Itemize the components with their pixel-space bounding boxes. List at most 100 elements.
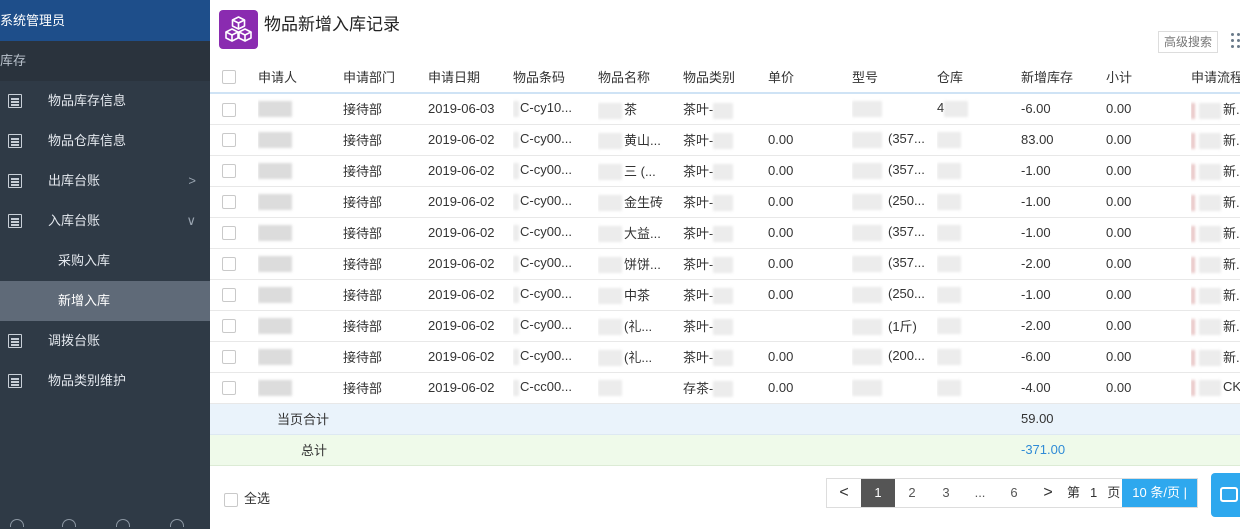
table-row[interactable]: 接待部 2019-06-02 C-cy00... 金生砖 茶叶- 0.00 (250... -…: [210, 186, 1240, 218]
page-size-select[interactable]: 10 条/页 |: [1122, 479, 1197, 507]
select-all-control[interactable]: 全选: [224, 488, 270, 507]
cell-department: 接待部: [343, 341, 428, 373]
cell-warehouse: [937, 217, 1021, 249]
row-checkbox[interactable]: [222, 350, 236, 365]
sidebar: 系统管理员 库存 物品库存信息 物品仓库信息 出库台账 > 入库台账 ∨ 采购入…: [0, 0, 210, 529]
cell-department: 接待部: [343, 248, 428, 280]
table-row[interactable]: 接待部2019-06-03C-cy10...茶茶叶- 4-6.000.00新...: [210, 93, 1240, 125]
goto-page-input[interactable]: 1: [1084, 479, 1104, 507]
row-checkbox[interactable]: [222, 257, 236, 272]
column-header-department[interactable]: 申请部门: [343, 61, 428, 94]
chat-icon[interactable]: [1211, 473, 1240, 517]
goto-page: 第 1 页: [1065, 479, 1122, 507]
column-header-model[interactable]: 型号: [852, 61, 937, 94]
row-checkbox[interactable]: [222, 381, 236, 396]
inbound-records-table: 申请人 申请部门 申请日期 物品条码 物品名称 物品类别 单价 型号 仓库 新增…: [210, 61, 1240, 466]
document-list-icon: [8, 334, 22, 348]
row-checkbox[interactable]: [222, 102, 236, 117]
cell-unit-price: 0.00: [768, 186, 852, 218]
table-row[interactable]: 接待部 2019-06-02 C-cy00... 饼饼... 茶叶- 0.00 (357..…: [210, 248, 1240, 280]
sidebar-item-inbound-ledger[interactable]: 入库台账 ∨: [0, 201, 210, 241]
table-row[interactable]: 接待部 2019-06-02 C-cy00... 黄山... 茶叶- 0.00 (357..…: [210, 124, 1240, 156]
table-row[interactable]: 接待部 2019-06-02 C-cc00... 存茶- 0.00 -4.00 0.00 CK…: [210, 372, 1240, 404]
cell-barcode: C-cy00...: [513, 310, 598, 342]
column-header-unit-price[interactable]: 单价: [768, 61, 852, 94]
user-icon[interactable]: [62, 519, 76, 527]
column-header-subtotal[interactable]: 小计: [1106, 61, 1191, 94]
sidebar-section-inventory[interactable]: 库存: [0, 41, 210, 81]
cell-new-stock: -6.00: [1021, 93, 1106, 125]
table-row[interactable]: 接待部 2019-06-02 C-cy00... (礼... 茶叶- 0.00 (200..…: [210, 341, 1240, 373]
cell-barcode: C-cy10...: [513, 93, 598, 125]
row-checkbox[interactable]: [222, 133, 236, 148]
cell-model: [852, 372, 937, 404]
table-row[interactable]: 接待部 2019-06-02 C-cy00... 中茶 茶叶- 0.00 (250... -1…: [210, 279, 1240, 311]
cell-subtotal: 0.00: [1106, 310, 1191, 342]
cell-applicant: [258, 155, 343, 187]
sidebar-item-warehouse-info[interactable]: 物品仓库信息: [0, 121, 210, 161]
mail-icon[interactable]: [116, 519, 130, 527]
redacted-name: [258, 224, 292, 241]
cell-flow: CK02: [1191, 372, 1240, 404]
next-page-button[interactable]: >: [1031, 479, 1065, 507]
prev-page-button[interactable]: <: [827, 479, 861, 507]
home-icon[interactable]: [10, 519, 24, 527]
cell-unit-price: [768, 310, 852, 342]
cell-item-name: (礼...: [598, 310, 683, 342]
table-row[interactable]: 接待部 2019-06-02 C-cy00... (礼... 茶叶- (1斤) -2.00 0…: [210, 310, 1240, 342]
row-checkbox[interactable]: [222, 164, 236, 179]
row-checkbox[interactable]: [222, 288, 236, 303]
header-select-checkbox-cell[interactable]: [210, 61, 258, 94]
sidebar-subitem-purchase-inbound[interactable]: 采购入库: [0, 241, 210, 281]
row-checkbox[interactable]: [222, 226, 236, 241]
cell-new-stock: -2.00: [1021, 310, 1106, 342]
send-icon[interactable]: [170, 519, 184, 527]
column-header-category[interactable]: 物品类别: [683, 61, 768, 94]
column-header-flow[interactable]: 申请流程: [1191, 61, 1240, 94]
chevron-right-icon: >: [188, 173, 196, 188]
cell-warehouse: [937, 372, 1021, 404]
row-checkbox[interactable]: [222, 319, 236, 334]
cell-flow: 新...: [1191, 217, 1240, 249]
cell-flow: 新...: [1191, 248, 1240, 280]
column-header-item-name[interactable]: 物品名称: [598, 61, 683, 94]
sidebar-item-category-maintenance[interactable]: 物品类别维护: [0, 361, 210, 401]
column-header-warehouse[interactable]: 仓库: [937, 61, 1021, 94]
select-all-checkbox[interactable]: [224, 492, 238, 507]
column-header-applicant[interactable]: 申请人: [258, 61, 343, 94]
column-settings-icon[interactable]: [1231, 33, 1240, 49]
cell-category: 茶叶-: [683, 248, 768, 280]
sidebar-item-transfer-ledger[interactable]: 调拨台账: [0, 321, 210, 361]
cell-warehouse: [937, 155, 1021, 187]
cell-barcode: C-cy00...: [513, 186, 598, 218]
cell-new-stock: -2.00: [1021, 248, 1106, 280]
page-button-1[interactable]: 1: [861, 479, 895, 507]
cell-flow: 新...: [1191, 279, 1240, 311]
cell-warehouse: [937, 248, 1021, 280]
redacted-name: [258, 101, 292, 118]
user-role-label: 系统管理员: [0, 0, 210, 41]
redacted-name: [258, 131, 292, 148]
cell-applicant: [258, 186, 343, 218]
column-header-new-stock[interactable]: 新增库存: [1021, 61, 1106, 94]
column-header-barcode[interactable]: 物品条码: [513, 61, 598, 94]
table-row[interactable]: 接待部 2019-06-02 C-cy00... 大益... 茶叶- 0.00 (357..…: [210, 217, 1240, 249]
sidebar-item-label: 物品仓库信息: [48, 133, 127, 148]
header-select-checkbox[interactable]: [222, 70, 236, 85]
page-button-3[interactable]: 3: [929, 479, 963, 507]
table-row[interactable]: 接待部 2019-06-02 C-cy00... 三 (... 茶叶- 0.00 (357.…: [210, 155, 1240, 187]
sidebar-item-outbound-ledger[interactable]: 出库台账 >: [0, 161, 210, 201]
cell-category: 茶叶-: [683, 155, 768, 187]
sidebar-subitem-new-inbound[interactable]: 新增入库: [0, 281, 210, 321]
redacted-name: [258, 286, 292, 303]
cell-department: 接待部: [343, 217, 428, 249]
page-button-2[interactable]: 2: [895, 479, 929, 507]
page-button-6[interactable]: 6: [997, 479, 1031, 507]
sidebar-item-inventory-info[interactable]: 物品库存信息: [0, 81, 210, 121]
column-header-date[interactable]: 申请日期: [428, 61, 513, 94]
cell-warehouse: 4: [937, 93, 1021, 125]
cell-model: (1斤): [852, 310, 937, 342]
advanced-search-button[interactable]: 高级搜索: [1158, 31, 1218, 53]
row-checkbox[interactable]: [222, 195, 236, 210]
cell-flow: 新...: [1191, 186, 1240, 218]
